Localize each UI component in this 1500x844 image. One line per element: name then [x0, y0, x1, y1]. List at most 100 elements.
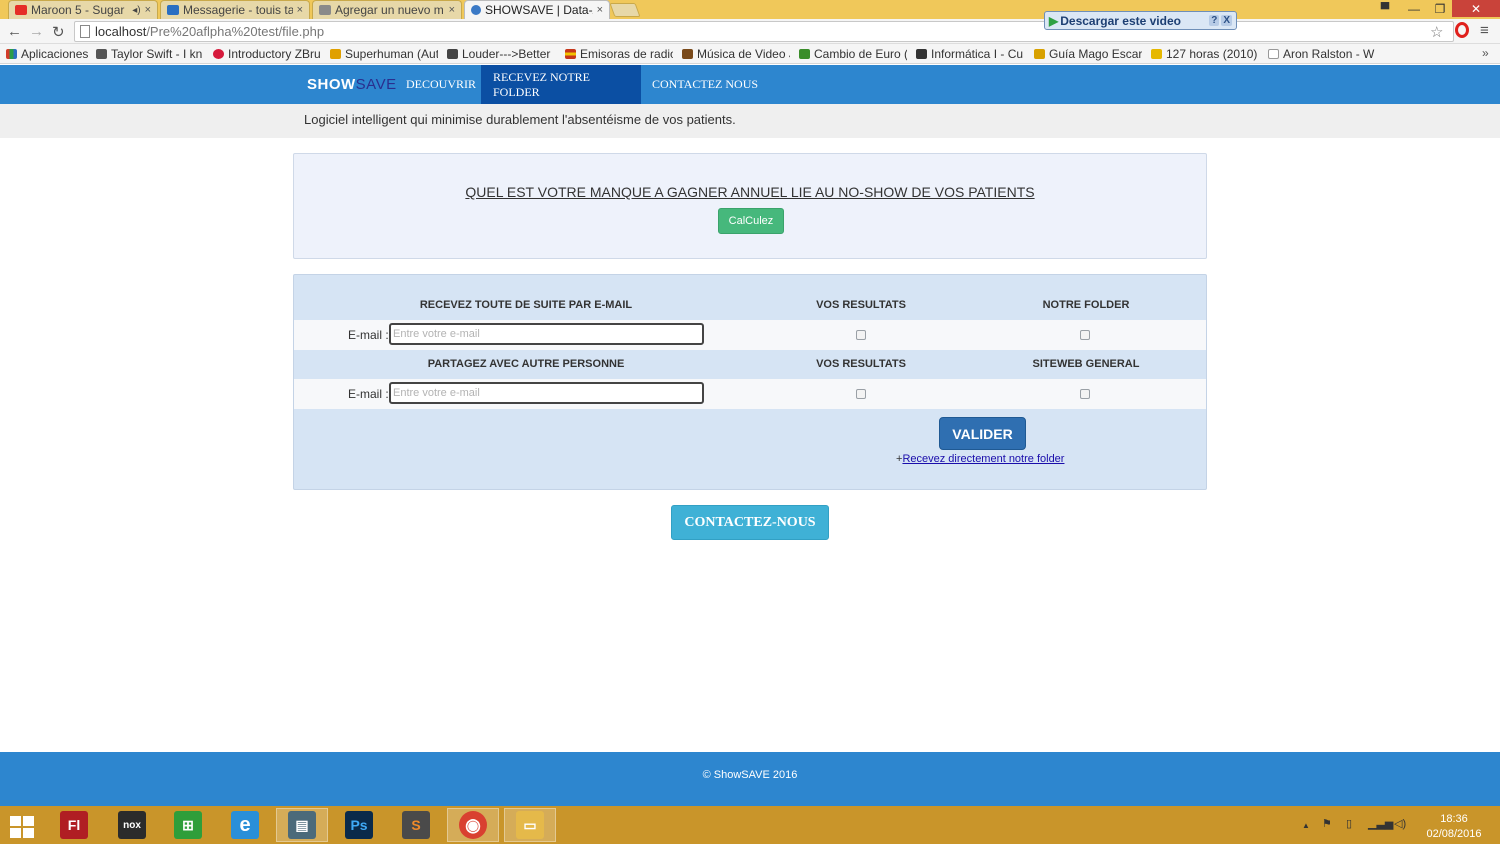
bookmark-item[interactable]: Introductory ZBru [213, 47, 321, 61]
taskbar-nox-icon[interactable]: nox [106, 808, 158, 842]
help-icon[interactable]: ? [1209, 15, 1220, 26]
opera-icon[interactable] [1455, 22, 1469, 38]
email-label: E-mail : [348, 387, 389, 401]
bookmarks-overflow-icon[interactable]: » [1482, 46, 1489, 60]
email-input-share[interactable] [389, 382, 704, 404]
link-icon [447, 49, 458, 59]
window-close-button[interactable]: ✕ [1452, 0, 1500, 17]
taskbar-flash-icon[interactable]: Fl [48, 808, 100, 842]
bookmark-item[interactable]: Louder--->Better [447, 47, 555, 61]
restore-button[interactable]: ❐ [1428, 0, 1452, 17]
tab-label: SHOWSAVE | Data-A [485, 3, 593, 17]
valider-button[interactable]: VALIDER [939, 417, 1026, 450]
contactez-nous-button[interactable]: CONTACTEZ-NOUS [671, 505, 829, 540]
recevez-folder-link[interactable]: Recevez directement notre folder [902, 453, 1064, 465]
section1-col-notre-folder: NOTRE FOLDER [1042, 299, 1130, 311]
checkbox-notre-folder[interactable] [1080, 330, 1090, 340]
email-input-self[interactable] [389, 323, 704, 345]
clock-date: 02/08/2016 [1426, 828, 1482, 840]
bookmark-item[interactable]: Guía Mago Escarc [1034, 47, 1142, 61]
bookmark-favicon-icon [96, 49, 107, 59]
action-center-flag-icon[interactable]: ⚑ [1322, 817, 1332, 830]
globe-icon [471, 5, 481, 15]
section2-header: PARTAGEZ AVEC AUTRE PERSONNE [427, 358, 625, 370]
mail-icon [167, 5, 179, 15]
email-label: E-mail : [348, 328, 389, 342]
bookmark-aplicaciones[interactable]: Aplicaciones [6, 47, 90, 61]
checkbox-share-vos-resultats[interactable] [856, 389, 866, 399]
forward-arrow-icon[interactable]: → [29, 23, 44, 40]
browser-toolbar: ← → ↻ localhost/Pre%20aflpha%20test/file… [0, 19, 1500, 44]
bookmarks-bar: Aplicaciones Taylor Swift - I kn Introdu… [0, 44, 1500, 64]
section2-col-vos-resultats: VOS RESULTATS [816, 358, 906, 370]
calculator-panel: QUEL EST VOTRE MANQUE A GAGNER ANNUEL LI… [293, 153, 1207, 259]
bookmark-item[interactable]: Superhuman (Aut [330, 47, 438, 61]
bookmark-item[interactable]: Cambio de Euro ( [799, 47, 907, 61]
wikipedia-icon [1268, 49, 1279, 59]
taskbar-store-icon[interactable]: ⊞ [162, 808, 214, 842]
tab-label: Maroon 5 - Sugar [31, 3, 125, 17]
folder-link-line: +Recevez directement notre folder [896, 453, 1065, 465]
download-video-button[interactable]: ▶ Descargar este video ? X [1044, 11, 1237, 30]
site-footer: © ShowSAVE 2016 [0, 752, 1500, 806]
bookmark-favicon-icon [916, 49, 927, 59]
calculez-button[interactable]: CalCulez [718, 208, 784, 234]
taskbar-photoshop-icon[interactable]: Ps [333, 808, 385, 842]
section1-email-row: E-mail : [294, 320, 1206, 350]
checkbox-vos-resultats[interactable] [856, 330, 866, 340]
reload-icon[interactable]: ↻ [52, 23, 65, 41]
menu-icon[interactable]: ≡ [1480, 22, 1489, 39]
tray-overflow-icon[interactable]: ▲ [1302, 821, 1310, 830]
tab-close-icon[interactable]: × [297, 4, 303, 16]
bookmark-favicon-icon [213, 49, 224, 59]
bookmark-star-icon[interactable]: ☆ [1430, 23, 1443, 41]
tab-close-icon[interactable]: × [449, 4, 455, 16]
bookmark-item[interactable]: Música de Video J [682, 47, 790, 61]
windows-taskbar: Fl nox ⊞ e ▤ Ps S ◉ ▭ [0, 806, 1500, 844]
nav-contactez-nous[interactable]: CONTACTEZ NOUS [640, 65, 770, 104]
tab-close-icon[interactable]: × [145, 4, 151, 16]
extension-icon[interactable]: ▀ [1376, 0, 1394, 17]
battery-icon[interactable]: ▯ [1346, 817, 1352, 830]
site-navbar: SHOWSAVE DECOUVRIR RECEVEZ NOTRE FOLDER … [0, 65, 1500, 104]
bookmark-item[interactable]: Emisoras de radio [565, 47, 673, 61]
bookmark-item[interactable]: Taylor Swift - I kn [96, 47, 206, 61]
close-icon[interactable]: X [1221, 15, 1232, 26]
volume-icon[interactable]: ◁) [1394, 817, 1406, 830]
bookmark-favicon-icon [330, 49, 341, 59]
taskbar-sublime-icon[interactable]: S [390, 808, 442, 842]
page-icon [80, 25, 90, 38]
tab-messagerie[interactable]: Messagerie - touis ta × [160, 0, 310, 19]
address-bar[interactable]: localhost/Pre%20aflpha%20test/file.php [74, 21, 1454, 42]
youtube-icon [15, 5, 27, 15]
nav-decouvrir[interactable]: DECOUVRIR [394, 65, 488, 104]
minimize-button[interactable]: — [1402, 0, 1426, 17]
spain-flag-icon [565, 49, 576, 59]
showsave-logo[interactable]: SHOWSAVE [307, 76, 397, 93]
document-icon [319, 5, 331, 15]
windows-start-icon[interactable] [10, 816, 34, 838]
nav-recevez-notre-folder[interactable]: RECEVEZ NOTRE FOLDER [481, 65, 641, 104]
bookmark-item[interactable]: Informática I - Cu [916, 47, 1024, 61]
checkbox-siteweb-general[interactable] [1080, 389, 1090, 399]
taskbar-chrome-icon[interactable]: ◉ [447, 808, 499, 842]
taskbar-ie-icon[interactable]: e [219, 808, 271, 842]
taskbar-file-explorer-icon[interactable]: ▭ [504, 808, 556, 842]
back-arrow-icon[interactable]: ← [7, 23, 22, 40]
network-signal-icon[interactable]: ▁▃▅ [1368, 817, 1393, 830]
bookmark-item[interactable]: 127 horas (2010) [1151, 47, 1259, 61]
tab-maroon5[interactable]: Maroon 5 - Sugar ◂) × [8, 0, 158, 19]
new-tab-button[interactable] [609, 3, 641, 17]
email-form-panel: RECEVEZ TOUTE DE SUITE PAR E-MAIL VOS RE… [293, 274, 1207, 490]
bookmark-item[interactable]: Aron Ralston - W [1268, 47, 1376, 61]
taskbar-clock[interactable]: 18:36 02/08/2016 [1416, 812, 1492, 842]
taskbar-window-icon[interactable]: ▤ [276, 808, 328, 842]
bookmark-favicon-icon [1034, 49, 1045, 59]
tab-close-icon[interactable]: × [597, 4, 603, 16]
footer-copyright: © ShowSAVE 2016 [702, 769, 798, 781]
tab-showsave[interactable]: SHOWSAVE | Data-A × [464, 0, 610, 19]
clock-time: 18:36 [1440, 813, 1468, 825]
tab-agregar[interactable]: Agregar un nuevo m × [312, 0, 462, 19]
url-path: /Pre%20aflpha%20test/file.php [146, 24, 325, 39]
section1-header: RECEVEZ TOUTE DE SUITE PAR E-MAIL [419, 299, 633, 311]
